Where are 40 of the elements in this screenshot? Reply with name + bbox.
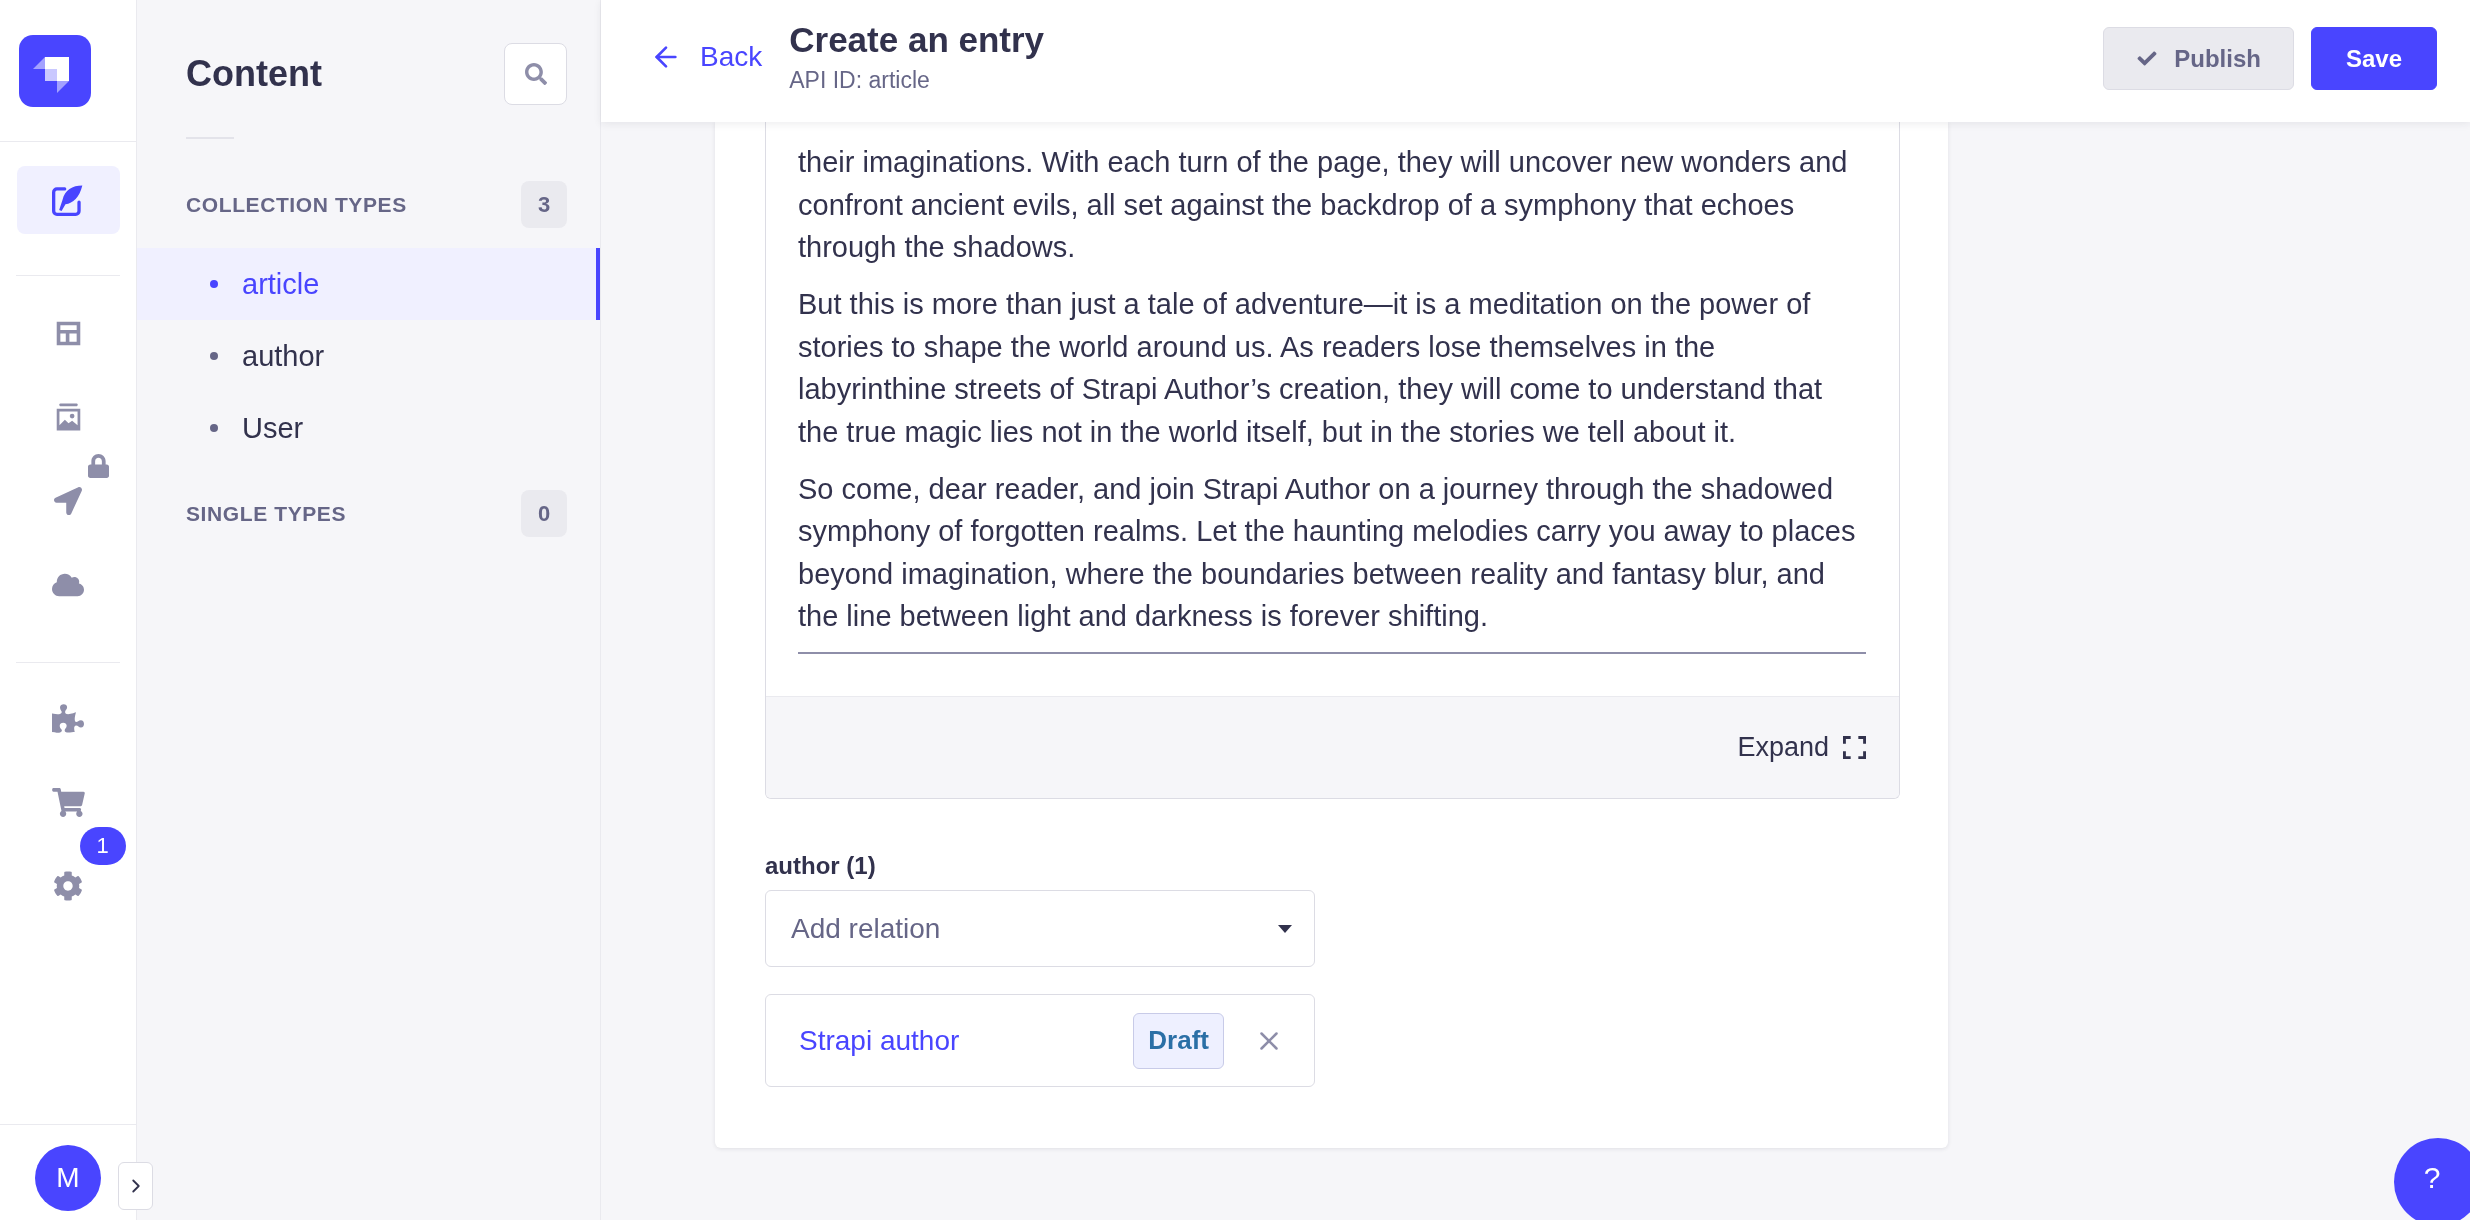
paragraph-text: So come, dear reader, and join Strapi Author on a journey through the shadowed symphony of forgotten realms. Let the haunting melodies carry you away to places beyond imagination, where the boundaries between reality and fantasy blur, and the line between light and darkness is forever shifting.	[798, 471, 1857, 634]
expand-icon	[1843, 736, 1866, 759]
sidebar-link[interactable]: author	[137, 320, 600, 392]
relation-select[interactable]: Add relation	[765, 890, 1315, 967]
navigation-arrow-icon	[54, 487, 82, 515]
section-heading: SINGLE TYPES	[186, 501, 347, 526]
cart-icon	[51, 787, 85, 817]
user-avatar[interactable]: M	[35, 1145, 101, 1211]
caret-down-icon	[1278, 924, 1292, 933]
nav-item[interactable]	[16, 166, 120, 234]
expand-button[interactable]: Expand	[1737, 732, 1866, 763]
sidebar-title: Content	[186, 53, 322, 95]
bullet-icon	[210, 280, 218, 288]
sidebar-link[interactable]: article	[137, 248, 600, 320]
search-icon	[524, 63, 547, 85]
count-badge: 3	[521, 181, 567, 228]
check-icon	[2136, 49, 2159, 68]
bullet-icon	[210, 424, 218, 432]
logo-icon	[19, 34, 91, 107]
notification-badge: 1	[79, 827, 126, 865]
paragraph-text: But this is more than just a tale of adventure—it is a meditation on the power of stories to shape the world around us. As readers lose themselves in the labyrinthine streets of Strapi Author’s creation, they will come to understand that the true magic lies not in the world itself, but in the stories we tell about it.	[798, 287, 1824, 450]
expand-nav-button[interactable]	[118, 1162, 153, 1210]
feather-pen-icon	[52, 184, 84, 216]
field-label: author (1)	[765, 852, 876, 880]
page-title: Create an entry	[789, 20, 1045, 60]
status-badge: Draft	[1133, 1012, 1224, 1069]
relation-link[interactable]: Strapi author	[799, 1024, 960, 1057]
sidebar-link[interactable]: User	[137, 392, 600, 464]
search-button[interactable]	[504, 43, 567, 105]
back-link[interactable]: Back	[650, 37, 763, 77]
section-heading: COLLECTION TYPES	[186, 192, 407, 217]
help-button[interactable]: ?	[2394, 1138, 2470, 1220]
save-button[interactable]: Save	[2310, 27, 2437, 90]
settings-icon	[53, 871, 83, 901]
puzzle-icon	[52, 703, 84, 733]
bullet-icon	[210, 352, 218, 360]
count-badge: 0	[521, 490, 567, 537]
cloud-icon	[52, 572, 84, 598]
paragraph-text: their imaginations. With each turn of the page, they will uncover new wonders and confront ancient evils, all set against the backdrop of a symphony that echoes through the shadows.	[798, 145, 1849, 265]
page-subtitle: API ID: article	[789, 66, 930, 94]
